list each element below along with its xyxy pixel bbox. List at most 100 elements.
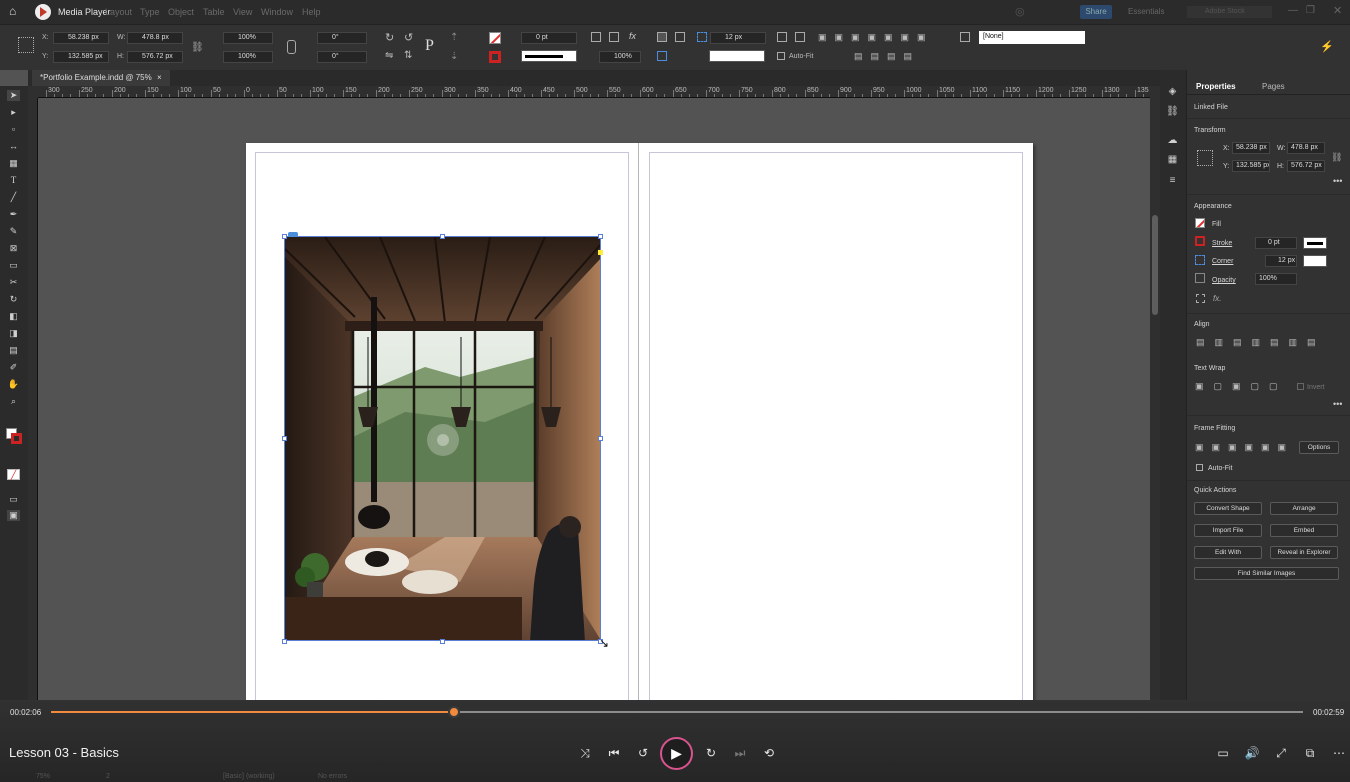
constrain-link-icon[interactable]: ⛓ (191, 42, 204, 53)
tab-properties[interactable]: Properties (1196, 82, 1236, 91)
rotate-field[interactable]: 0° (317, 32, 367, 44)
hand-tool-icon[interactable]: ✋ (7, 379, 20, 390)
text-wrap-box-icon[interactable] (675, 32, 685, 42)
link-badge-icon[interactable] (288, 232, 298, 237)
note-tool-icon[interactable]: ▤ (7, 345, 20, 356)
fx-icon[interactable]: fx (629, 31, 636, 41)
opacity-label[interactable]: Opacity (1212, 277, 1236, 284)
handle-mid-left[interactable] (282, 436, 287, 441)
fill-stroke-swatch[interactable] (6, 428, 22, 444)
corner-options-icon[interactable] (1195, 255, 1205, 265)
corner-label[interactable]: Corner (1212, 258, 1233, 265)
forward-30-icon[interactable]: ↻ (702, 744, 720, 762)
close-window-icon[interactable]: ✕ (1333, 4, 1342, 17)
scrollbar-thumb[interactable] (1152, 215, 1158, 315)
align-buttons[interactable]: ▤▥▤▥▤▥▤ (1196, 337, 1346, 348)
align-objects-icons[interactable]: ▤▤▤▤ (854, 51, 944, 61)
reference-point-icon[interactable] (18, 37, 34, 53)
stroke-weight-field[interactable]: 0 pt (521, 32, 577, 44)
free-transform-tool-icon[interactable]: ↻ (7, 294, 20, 305)
menu-layout[interactable]: Layout (105, 7, 132, 17)
constrain-scale-icon[interactable] (287, 40, 296, 54)
fill-swatch-icon[interactable] (489, 32, 501, 44)
y-field[interactable]: 132.585 px (53, 51, 109, 63)
scrub-handle[interactable] (448, 706, 461, 718)
fill-swatch-icon[interactable] (1195, 218, 1205, 228)
h-field[interactable]: 576.72 px (127, 51, 183, 63)
fx-icon[interactable]: fx. (1213, 294, 1221, 303)
gradient-tool-icon[interactable]: ◧ (7, 311, 20, 322)
w-field[interactable]: 478.8 px (1287, 142, 1325, 154)
auto-fit-checkbox[interactable] (777, 52, 785, 60)
type-tool-icon[interactable]: T (7, 175, 20, 186)
edit-with-button[interactable]: Edit With (1194, 546, 1262, 559)
frame-fitting-options-button[interactable]: Options (1299, 441, 1339, 454)
y-field[interactable]: 132.585 px (1232, 160, 1270, 172)
direct-selection-tool-icon[interactable]: ▸ (7, 107, 20, 118)
rotate-cw-icon[interactable]: ↻ (385, 31, 394, 44)
select-container-icon[interactable]: ⇡ (450, 32, 458, 43)
cast-icon[interactable]: ⧉ (1301, 744, 1319, 762)
opacity-field[interactable]: 100% (1255, 273, 1297, 285)
eyedropper-tool-icon[interactable]: ✐ (7, 362, 20, 373)
import-file-button[interactable]: Import File (1194, 524, 1262, 537)
rectangle-frame-tool-icon[interactable]: ⊠ (7, 243, 20, 254)
minimize-icon[interactable]: — (1288, 5, 1298, 16)
align-left-icon[interactable] (777, 32, 787, 42)
previous-icon[interactable]: ⏮ (605, 744, 623, 762)
rotate-ccw-icon[interactable]: ↺ (404, 31, 413, 44)
next-icon[interactable]: ⏭ (731, 744, 749, 762)
find-similar-images-button[interactable]: Find Similar Images (1194, 567, 1339, 580)
stroke-swatch-icon[interactable] (489, 51, 501, 63)
fullscreen-icon[interactable]: ⤢ (1272, 744, 1290, 762)
corner-shape-swatch[interactable] (1303, 255, 1327, 267)
more-transform-icon[interactable]: ••• (1333, 176, 1342, 186)
stroke-color-swatch[interactable] (1303, 237, 1327, 249)
zoom-tool-icon[interactable]: ⌕ (7, 396, 20, 407)
close-tab-icon[interactable]: × (157, 73, 162, 82)
flip-horizontal-icon[interactable]: ⇋ (385, 50, 393, 61)
menu-type[interactable]: Type (140, 7, 160, 17)
scrub-bar[interactable] (51, 706, 1303, 718)
corner-shape-dropdown[interactable] (709, 50, 765, 62)
x-field[interactable]: 58.238 px (53, 32, 109, 44)
frame-fit-icon[interactable] (591, 32, 601, 42)
w-field[interactable]: 478.8 px (127, 32, 183, 44)
preview-mode-icon[interactable]: ▣ (7, 510, 20, 521)
opacity-field[interactable]: 100% (599, 51, 641, 63)
document-tab[interactable]: *Portfolio Example.indd @ 75% × (32, 70, 170, 86)
distribute-icons[interactable]: ▣▣▣▣▣▣▣ (818, 32, 948, 42)
scale-y-field[interactable]: 100% (223, 51, 273, 63)
layers-icon[interactable]: ◈ (1166, 86, 1179, 97)
menu-object[interactable]: Object (168, 7, 194, 17)
corner-options-icon[interactable] (697, 32, 707, 42)
stroke-type-dropdown[interactable] (521, 50, 577, 62)
invert-checkbox[interactable] (1297, 383, 1304, 390)
selection-tool-icon[interactable]: ➤ (7, 90, 20, 101)
more-options-icon[interactable]: ⋯ (1330, 744, 1348, 762)
x-field[interactable]: 58.238 px (1232, 142, 1270, 154)
corner-radius-field[interactable]: 12 px (1265, 255, 1297, 267)
object-style-icon[interactable] (960, 32, 970, 42)
more-text-wrap-icon[interactable]: ••• (1333, 399, 1342, 409)
lightbulb-icon[interactable]: ◎ (1015, 5, 1025, 18)
menu-table[interactable]: Table (203, 7, 225, 17)
gradient-feather-tool-icon[interactable]: ◨ (7, 328, 20, 339)
pencil-tool-icon[interactable]: ✎ (7, 226, 20, 237)
text-wrap-buttons[interactable]: ▣▢▣▢▢ (1195, 381, 1295, 392)
reference-point-icon[interactable] (1197, 150, 1213, 166)
cc-libraries-icon[interactable]: ☁ (1166, 135, 1179, 146)
preflight-status[interactable]: No errors (318, 773, 347, 780)
gap-tool-icon[interactable]: ↔ (7, 141, 20, 152)
tab-pages[interactable]: Pages (1262, 82, 1285, 91)
frame-fitting-buttons[interactable]: ▣▣▣▣▣▣ (1195, 442, 1300, 453)
h-field[interactable]: 576.72 px (1287, 160, 1325, 172)
object-style-field[interactable]: [None] (979, 31, 1085, 44)
embed-button[interactable]: Embed (1270, 524, 1338, 537)
handle-bottom-left[interactable] (282, 639, 287, 644)
drop-shadow-icon[interactable] (657, 51, 667, 61)
select-content-icon[interactable]: ⇣ (450, 51, 458, 62)
page-number[interactable]: 2 (106, 773, 110, 780)
zoom-level[interactable]: 75% (36, 773, 50, 780)
menu-view[interactable]: View (233, 7, 252, 17)
